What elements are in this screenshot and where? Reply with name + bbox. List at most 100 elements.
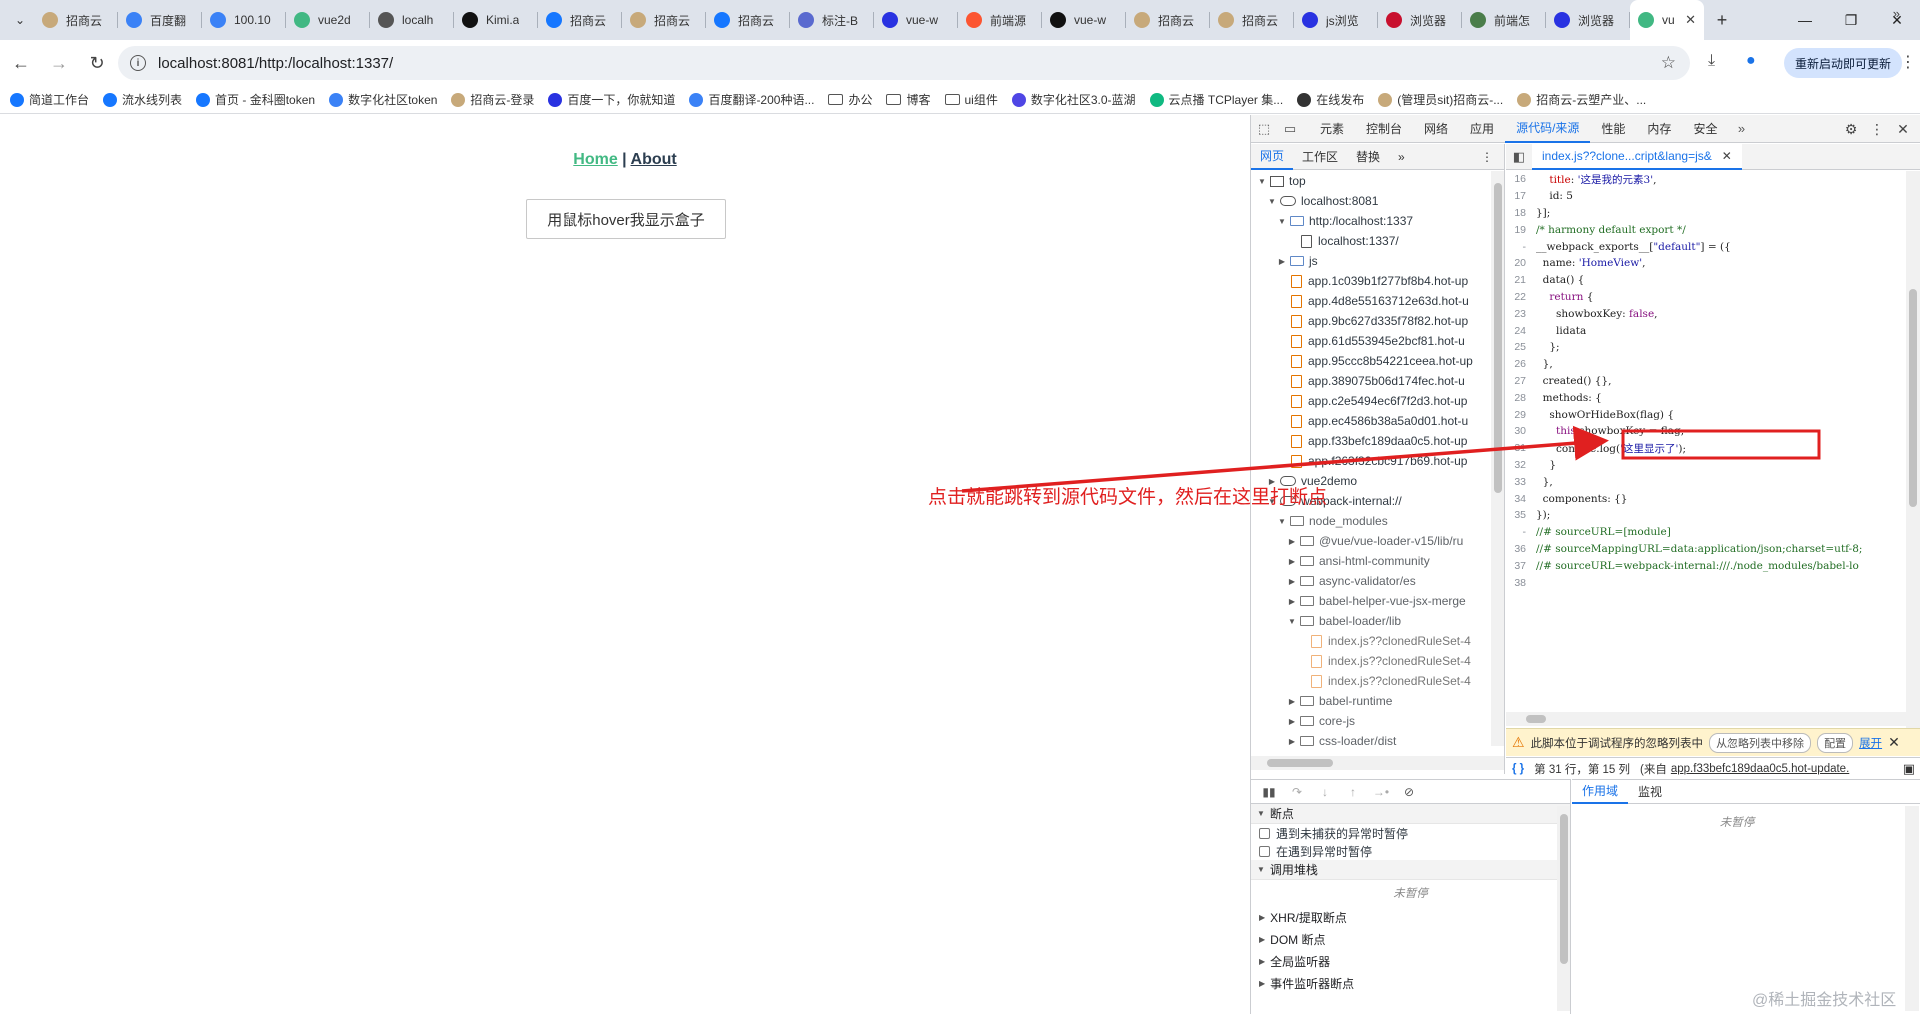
coverage-icon[interactable]: ▣ xyxy=(1903,761,1915,777)
code-line[interactable]: 27 created() {}, xyxy=(1506,373,1906,390)
pause-uncaught-row[interactable]: 遇到未捕获的异常时暂停 xyxy=(1251,824,1570,842)
bookmark-item[interactable]: 招商云-登录 xyxy=(451,91,534,108)
inspect-element-button[interactable]: ⬚ xyxy=(1251,115,1277,143)
line-number[interactable]: - xyxy=(1506,526,1536,538)
tree-toggle-icon[interactable]: ▼ xyxy=(1287,617,1297,626)
tree-toggle-icon[interactable]: ▶ xyxy=(1287,537,1297,546)
tree-node[interactable]: app.4d8e55163712e63d.hot-u xyxy=(1251,291,1491,311)
tree-node[interactable]: app.1c039b1f277bf8b4.hot-up xyxy=(1251,271,1491,291)
device-toolbar-button[interactable]: ▭ xyxy=(1277,115,1303,143)
line-number[interactable]: 24 xyxy=(1506,325,1536,337)
browser-tab[interactable]: Kimi.a xyxy=(454,0,538,40)
browser-tab[interactable]: 招商云 xyxy=(622,0,706,40)
devtools-menu-button[interactable]: ⋮ xyxy=(1864,115,1890,143)
bookmark-item[interactable]: 首页 - 金科圈token xyxy=(196,91,315,108)
tree-node[interactable]: ▼ node_modules xyxy=(1251,511,1491,531)
line-number[interactable]: 17 xyxy=(1506,190,1536,202)
step-into-button[interactable]: ↓ xyxy=(1311,780,1339,804)
tree-toggle-icon[interactable]: ▶ xyxy=(1287,737,1297,746)
code-line[interactable]: -//# sourceURL=[module] xyxy=(1506,524,1906,541)
pause-caught-row[interactable]: 在遇到异常时暂停 xyxy=(1251,842,1570,860)
code-hscrollbar[interactable] xyxy=(1506,712,1920,726)
forward-button[interactable]: → xyxy=(42,46,76,80)
profile-avatar-icon[interactable]: ● xyxy=(1746,52,1756,70)
line-number[interactable]: 27 xyxy=(1506,375,1536,387)
browser-tab[interactable]: vue-w xyxy=(874,0,958,40)
line-number[interactable]: 28 xyxy=(1506,392,1536,404)
tree-node[interactable]: ▶ @vue/vue-loader-v15/lib/ru xyxy=(1251,531,1491,551)
tree-toggle-icon[interactable]: ▶ xyxy=(1287,717,1297,726)
file-tree-hscrollbar[interactable] xyxy=(1251,756,1504,770)
bookmark-item[interactable]: 数字化社区token xyxy=(329,91,437,108)
line-number[interactable]: 34 xyxy=(1506,493,1536,505)
line-number[interactable]: 19 xyxy=(1506,224,1536,236)
tree-toggle-icon[interactable]: ▼ xyxy=(1277,217,1287,226)
debugger-subsection[interactable]: ▶ 全局监听器 xyxy=(1251,950,1570,972)
line-number[interactable]: 18 xyxy=(1506,207,1536,219)
step-out-button[interactable]: ↑ xyxy=(1339,780,1367,804)
browser-tab[interactable]: localh xyxy=(370,0,454,40)
pause-caught-checkbox[interactable] xyxy=(1259,845,1270,857)
tree-node[interactable]: ▶ babel-helper-vue-jsx-merge xyxy=(1251,591,1491,611)
bookmark-item[interactable]: 办公 xyxy=(828,91,872,108)
code-line[interactable]: 17 id: 5 xyxy=(1506,188,1906,205)
tree-node[interactable]: ▼ localhost:8081 xyxy=(1251,191,1491,211)
close-tab-icon[interactable]: ✕ xyxy=(1722,149,1732,163)
browser-tab[interactable]: 百度翻 xyxy=(118,0,202,40)
browser-tab[interactable]: 100.10 xyxy=(202,0,286,40)
bookmark-item[interactable]: 流水线列表 xyxy=(103,91,182,108)
navigator-tab[interactable]: 替换 xyxy=(1347,144,1389,170)
devtools-tab[interactable]: 安全 xyxy=(1682,115,1728,143)
more-tabs-button[interactable]: » xyxy=(1728,115,1754,143)
callstack-section-header[interactable]: ▼ 调用堆栈 xyxy=(1251,860,1570,880)
navigator-tab[interactable]: 网页 xyxy=(1251,144,1294,170)
line-number[interactable]: 36 xyxy=(1506,543,1536,555)
browser-tab[interactable]: 前端源 xyxy=(958,0,1042,40)
file-tree-scrollbar[interactable] xyxy=(1491,171,1504,746)
bookmark-item[interactable]: 数字化社区3.0-蓝湖 xyxy=(1011,91,1136,108)
browser-tab[interactable]: 招商云 xyxy=(706,0,790,40)
browser-tab[interactable]: 前端怎 xyxy=(1462,0,1546,40)
close-infobar-icon[interactable]: ✕ xyxy=(1888,734,1900,751)
tree-toggle-icon[interactable]: ▶ xyxy=(1287,557,1297,566)
breakpoints-section-header[interactable]: ▼ 断点 xyxy=(1251,804,1570,824)
site-info-icon[interactable]: i xyxy=(130,55,146,71)
browser-tab[interactable]: 招商云 xyxy=(1210,0,1294,40)
tree-node[interactable]: app.f263f32cbc917b69.hot-up xyxy=(1251,451,1491,471)
devtools-tab[interactable]: 网络 xyxy=(1413,115,1459,143)
tree-node[interactable]: ▼ top xyxy=(1251,171,1491,191)
close-devtools-button[interactable]: ✕ xyxy=(1890,115,1916,143)
tree-node[interactable]: ▶ core-js xyxy=(1251,711,1491,731)
hover-box-button[interactable]: 用鼠标hover我显示盒子 xyxy=(526,199,726,239)
code-line[interactable]: 21 data() { xyxy=(1506,272,1906,289)
line-number[interactable]: 32 xyxy=(1506,459,1536,471)
bookmark-item[interactable]: 简道工作台 xyxy=(10,91,89,108)
source-file-link[interactable]: app.f33befc189daa0c5.hot-update. xyxy=(1671,763,1849,775)
tree-node[interactable]: app.f33befc189daa0c5.hot-up xyxy=(1251,431,1491,451)
pause-button[interactable]: ▮▮ xyxy=(1255,780,1283,804)
bookmark-item[interactable]: 云点播 TCPlayer 集... xyxy=(1149,91,1283,108)
code-scrollbar[interactable] xyxy=(1906,171,1920,731)
code-line[interactable]: 30 this.showboxKey = flag; xyxy=(1506,423,1906,440)
line-number[interactable]: 26 xyxy=(1506,358,1536,370)
browser-tab[interactable]: 浏览器 xyxy=(1546,0,1630,40)
tab-search-button[interactable]: ⌄ xyxy=(6,6,34,34)
browser-tab[interactable]: 招商云 xyxy=(538,0,622,40)
line-number[interactable]: 29 xyxy=(1506,409,1536,421)
tree-node[interactable]: localhost:1337/ xyxy=(1251,231,1491,251)
navigator-more-button[interactable]: » xyxy=(1389,144,1414,170)
code-line[interactable]: 19/* harmony default export */ xyxy=(1506,221,1906,238)
tree-node[interactable]: index.js??clonedRuleSet-4 xyxy=(1251,671,1491,691)
tree-node[interactable]: ▶ babel-runtime xyxy=(1251,691,1491,711)
restore-button[interactable]: ❐ xyxy=(1828,0,1874,40)
code-line[interactable]: 23 showboxKey: false, xyxy=(1506,305,1906,322)
tree-node[interactable]: index.js??clonedRuleSet-4 xyxy=(1251,631,1491,651)
tree-toggle-icon[interactable]: ▼ xyxy=(1277,517,1287,526)
code-line[interactable]: 25 }; xyxy=(1506,339,1906,356)
line-number[interactable]: 21 xyxy=(1506,274,1536,286)
tree-toggle-icon[interactable]: ▶ xyxy=(1287,697,1297,706)
code-view[interactable]: 16 title: '这是我的元素3', 17 id: 5 18}]; 19/* ha… xyxy=(1506,171,1906,711)
scope-tab[interactable]: 作用域 xyxy=(1572,780,1629,804)
about-link[interactable]: About xyxy=(631,151,677,168)
scrollbar-thumb[interactable] xyxy=(1526,715,1546,723)
